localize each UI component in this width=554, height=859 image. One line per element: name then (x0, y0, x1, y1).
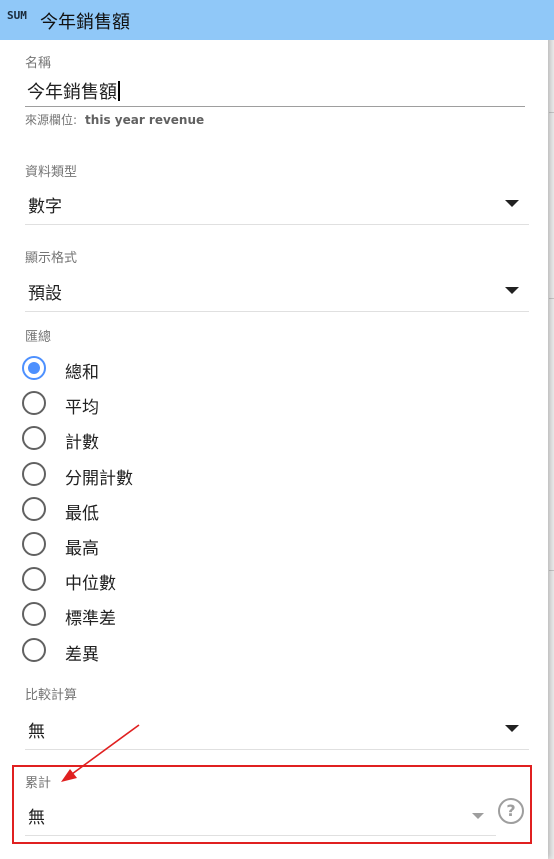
display-format-select[interactable]: 預設 (25, 271, 529, 312)
aggregation-option-label: 總和 (65, 363, 99, 383)
aggregation-option[interactable]: 計數 (22, 424, 322, 454)
aggregation-option-label: 標準差 (65, 609, 116, 630)
dropdown-arrow-icon (505, 287, 519, 294)
running-value: 無 (28, 808, 45, 828)
data-type-select[interactable]: 數字 (25, 184, 529, 225)
radio-button[interactable] (22, 391, 46, 416)
aggregation-option-label: 平均 (65, 398, 99, 419)
text-cursor (118, 81, 120, 101)
dropdown-arrow-icon (505, 200, 519, 207)
radio-button[interactable] (22, 532, 46, 556)
aggregation-option[interactable]: 差異 (22, 636, 322, 666)
comparison-label: 比較計算 (25, 688, 78, 703)
background-divider (549, 112, 554, 113)
radio-button[interactable] (22, 496, 46, 521)
radio-button[interactable] (22, 461, 46, 486)
background-divider (549, 298, 554, 299)
aggregation-option[interactable]: 分開計數 (22, 460, 322, 490)
aggregation-option-label: 最低 (65, 503, 99, 524)
aggregation-option-label: 最高 (65, 539, 99, 559)
radio-button[interactable] (22, 567, 46, 592)
radio-button[interactable] (22, 426, 46, 451)
field-header: SUM 今年銷售額 (0, 0, 554, 40)
radio-button[interactable] (22, 602, 46, 627)
source-field-label: 來源欄位: (25, 113, 78, 127)
dropdown-arrow-icon (505, 725, 519, 732)
help-icon[interactable]: ? (498, 798, 524, 824)
running-label: 累計 (25, 776, 52, 791)
data-type-label: 資料類型 (25, 165, 78, 180)
aggregation-option[interactable]: 平均 (22, 389, 322, 419)
source-field-value: this year revenue (85, 113, 205, 127)
source-field: 來源欄位: this year revenue (25, 111, 204, 128)
display-format-value: 預設 (28, 284, 62, 304)
aggregation-option[interactable]: 總和 (22, 354, 322, 384)
field-title: 今年銷售額 (40, 12, 130, 33)
aggregation-option-label: 計數 (65, 433, 99, 454)
background-divider (549, 570, 554, 571)
name-input[interactable]: 今年銷售額 (25, 72, 525, 107)
radio-button[interactable] (22, 356, 46, 380)
field-editor-panel: SUM 今年銷售額 名稱 今年銷售額 來源欄位: this year revenu… (0, 0, 554, 859)
running-select[interactable]: 無 (25, 795, 496, 836)
aggregation-label: 匯總 (25, 330, 52, 345)
aggregation-option-label: 分開計數 (65, 468, 133, 489)
aggregation-badge: SUM (7, 9, 27, 22)
aggregation-option[interactable]: 標準差 (22, 600, 322, 630)
comparison-select[interactable]: 無 (25, 709, 529, 750)
aggregation-option[interactable]: 最低 (22, 495, 322, 525)
name-input-value: 今年銷售額 (27, 82, 117, 103)
aggregation-option[interactable]: 最高 (22, 530, 322, 560)
aggregation-option-label: 差異 (65, 644, 99, 665)
display-format-label: 顯示格式 (25, 251, 78, 266)
data-type-value: 數字 (28, 197, 62, 217)
comparison-value: 無 (28, 722, 45, 742)
name-label: 名稱 (25, 56, 52, 71)
aggregation-option[interactable]: 中位數 (22, 565, 322, 595)
radio-button[interactable] (22, 637, 46, 662)
aggregation-option-label: 中位數 (65, 574, 116, 595)
dropdown-arrow-icon (472, 813, 484, 819)
